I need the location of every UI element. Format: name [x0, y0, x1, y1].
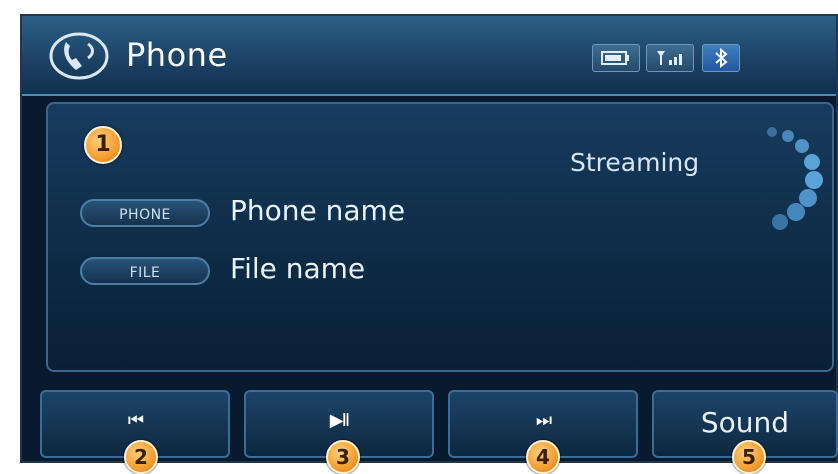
file-name: File name — [230, 252, 366, 285]
sound-button-label: Sound — [700, 406, 790, 439]
callout-3: 3 — [326, 440, 360, 474]
callout-1: 1 — [84, 126, 122, 164]
phone-app-icon — [49, 32, 109, 80]
previous-track-icon: ⏮ — [127, 410, 144, 431]
page-title: Phone — [126, 36, 228, 74]
streaming-status: Streaming — [570, 148, 700, 177]
phone-tag: PHONE — [80, 199, 210, 227]
bluetooth-icon — [702, 44, 740, 72]
file-tag: FILE — [80, 257, 210, 285]
next-track-icon: ⏭ — [535, 410, 552, 431]
callout-4: 4 — [526, 440, 560, 474]
title-bar: Phone — [22, 16, 836, 96]
phone-name: Phone name — [230, 194, 406, 227]
battery-icon — [592, 44, 640, 72]
callout-2: 2 — [124, 440, 158, 474]
callout-5: 5 — [732, 440, 766, 474]
play-pause-icon: ▶II — [329, 410, 350, 431]
phone-screen: Phone 1 Streaming PHONE Phone name FILE … — [20, 14, 838, 463]
signal-icon — [646, 44, 694, 72]
loading-spinner-icon — [767, 127, 823, 230]
streaming-panel: 1 Streaming PHONE Phone name FILE File n… — [46, 102, 834, 372]
